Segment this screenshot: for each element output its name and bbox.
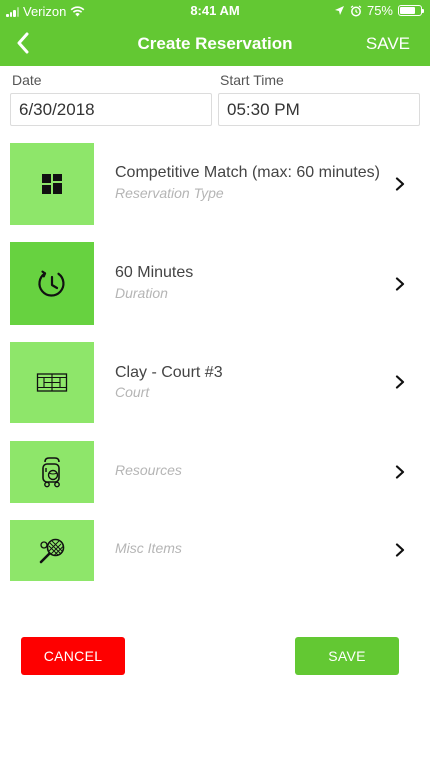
racquet-icon <box>39 538 65 563</box>
navigation-bar: Create Reservation SAVE <box>0 22 430 66</box>
reservation-type-row[interactable]: Competitive Match (max: 60 minutes) Rese… <box>10 143 420 225</box>
court-tile <box>10 342 94 423</box>
header-save-button[interactable]: SAVE <box>366 34 410 54</box>
resources-label: Resources <box>115 462 182 478</box>
chevron-right-icon <box>395 375 405 389</box>
reservation-type-value: Competitive Match (max: 60 minutes) <box>115 164 380 181</box>
start-time-label: Start Time <box>220 72 284 88</box>
duration-label: Duration <box>115 285 168 301</box>
start-time-field[interactable]: 05:30 PM <box>218 93 420 126</box>
court-row[interactable]: Clay - Court #3 Court <box>10 342 420 423</box>
resources-tile <box>10 441 94 503</box>
date-field[interactable]: 6/30/2018 <box>10 93 212 126</box>
ball-machine-icon <box>42 457 60 488</box>
chevron-right-icon <box>395 177 405 191</box>
misc-items-row[interactable]: Misc Items <box>10 520 420 581</box>
duration-tile <box>10 242 94 325</box>
alarm-icon <box>350 4 362 16</box>
misc-items-tile <box>10 520 94 581</box>
court-value: Clay - Court #3 <box>115 364 223 381</box>
battery-percent: 75% <box>366 3 393 18</box>
location-arrow-icon <box>334 6 344 15</box>
chevron-right-icon <box>395 277 405 291</box>
duration-row[interactable]: 60 Minutes Duration <box>10 242 420 325</box>
court-label: Court <box>115 384 150 400</box>
court-icon <box>36 372 68 392</box>
resources-row[interactable]: Resources <box>10 441 420 503</box>
chevron-right-icon <box>395 543 405 557</box>
chevron-right-icon <box>395 465 405 479</box>
reservation-type-tile <box>10 143 94 225</box>
grid-icon <box>42 174 62 194</box>
duration-value: 60 Minutes <box>115 264 194 281</box>
misc-items-label: Misc Items <box>115 540 182 556</box>
header-bar: Verizon 8:41 AM 75% Create Reservation S… <box>0 0 430 66</box>
battery-icon <box>398 5 424 16</box>
reservation-type-label: Reservation Type <box>115 185 224 201</box>
date-label: Date <box>12 72 42 88</box>
status-right: 75% <box>334 3 424 18</box>
battery-fill <box>400 7 415 14</box>
save-button[interactable]: SAVE <box>295 637 399 675</box>
status-bar: Verizon 8:41 AM 75% <box>0 0 430 22</box>
cancel-button[interactable]: CANCEL <box>21 637 125 675</box>
clock-icon <box>38 270 65 297</box>
